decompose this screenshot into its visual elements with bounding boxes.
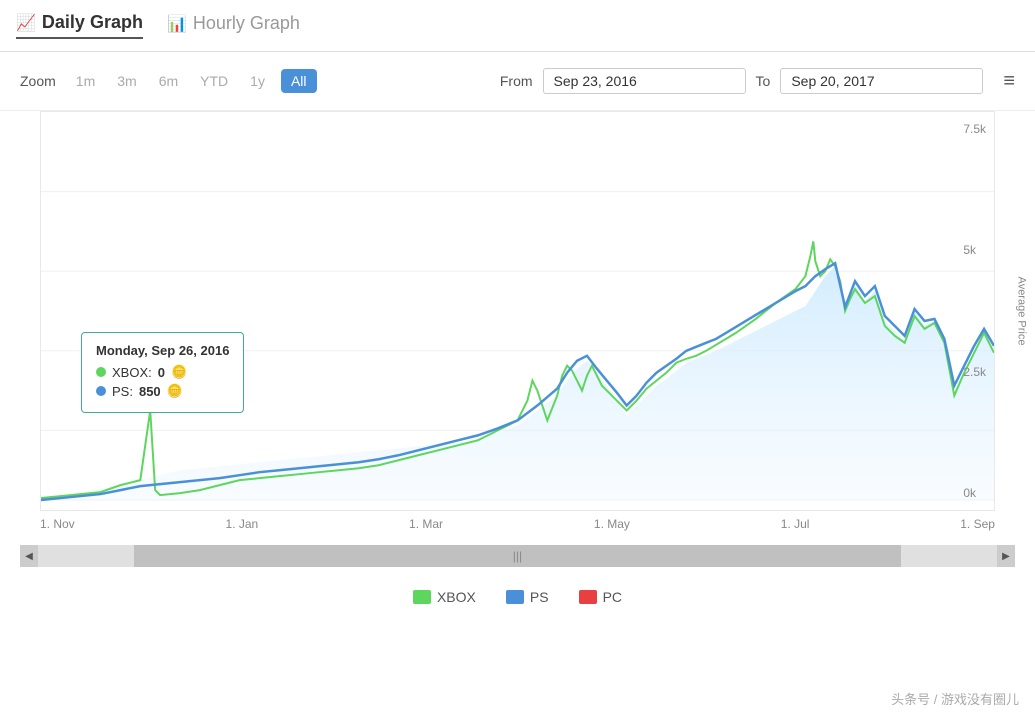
- x-axis: 1. Nov 1. Jan 1. Mar 1. May 1. Jul 1. Se…: [20, 511, 1015, 537]
- watermark: 头条号 / 游戏没有圈儿: [891, 689, 1019, 708]
- y-tick-0k: 0k: [963, 486, 986, 500]
- hourly-graph-label: Hourly Graph: [193, 13, 300, 34]
- legend-label-ps: PS: [530, 589, 549, 605]
- x-tick-mar: 1. Mar: [409, 517, 443, 531]
- to-label: To: [756, 73, 771, 89]
- zoom-label: Zoom: [20, 73, 56, 89]
- from-date-input[interactable]: [543, 68, 746, 94]
- tooltip-xbox-coin: 🪙: [171, 364, 187, 380]
- legend-color-xbox: [413, 590, 431, 604]
- zoom-3m[interactable]: 3m: [111, 69, 142, 93]
- zoom-ytd[interactable]: YTD: [194, 69, 234, 93]
- legend-item-xbox: XBOX: [413, 589, 476, 605]
- to-date-input[interactable]: [780, 68, 983, 94]
- zoom-6m[interactable]: 6m: [153, 69, 184, 93]
- tooltip-xbox-value: 0: [158, 365, 165, 380]
- x-tick-jul: 1. Jul: [781, 517, 810, 531]
- legend-color-pc: [579, 590, 597, 604]
- zoom-1y[interactable]: 1y: [244, 69, 271, 93]
- scrollbar: ◀ ||| ▶: [20, 545, 1015, 567]
- x-tick-may: 1. May: [594, 517, 630, 531]
- tab-hourly-graph[interactable]: 📊 Hourly Graph: [167, 13, 300, 38]
- legend-item-pc: PC: [579, 589, 622, 605]
- legend-label-pc: PC: [603, 589, 622, 605]
- tooltip-ps-value: 850: [139, 384, 161, 399]
- daily-graph-label: Daily Graph: [42, 12, 143, 33]
- tooltip-xbox-dot: [96, 367, 106, 377]
- controls-row: Zoom 1m 3m 6m YTD 1y All From To ≡: [0, 52, 1035, 111]
- y-tick-75k: 7.5k: [963, 122, 986, 136]
- from-label: From: [500, 73, 533, 89]
- tooltip-date: Monday, Sep 26, 2016: [96, 343, 229, 358]
- chart-area: 7.5k 5k 2.5k 0k Average Price Monday, Se…: [40, 111, 995, 511]
- legend-item-ps: PS: [506, 589, 549, 605]
- legend-color-ps: [506, 590, 524, 604]
- zoom-all[interactable]: All: [281, 69, 317, 93]
- scroll-right-arrow[interactable]: ▶: [997, 545, 1015, 567]
- x-tick-nov: 1. Nov: [40, 517, 75, 531]
- chart-svg: [41, 112, 994, 510]
- tooltip-xbox-row: XBOX: 0 🪙: [96, 364, 229, 380]
- x-tick-jan: 1. Jan: [226, 517, 259, 531]
- y-axis: 7.5k 5k 2.5k 0k: [963, 112, 990, 510]
- tab-daily-graph[interactable]: 📈 Daily Graph: [16, 12, 143, 39]
- tooltip: Monday, Sep 26, 2016 XBOX: 0 🪙 PS: 850 🪙: [81, 332, 244, 413]
- y-tick-5k: 5k: [963, 243, 986, 257]
- legend-label-xbox: XBOX: [437, 589, 476, 605]
- y-tick-25k: 2.5k: [963, 365, 986, 379]
- y-axis-label: Average Price: [1016, 277, 1028, 346]
- scroll-left-arrow[interactable]: ◀: [20, 545, 38, 567]
- tooltip-xbox-label: XBOX:: [112, 365, 152, 380]
- zoom-1m[interactable]: 1m: [70, 69, 101, 93]
- legend: XBOX PS PC: [0, 575, 1035, 619]
- header-tabs: 📈 Daily Graph 📊 Hourly Graph: [0, 0, 1035, 52]
- tooltip-ps-row: PS: 850 🪙: [96, 383, 229, 399]
- tooltip-ps-coin: 🪙: [167, 383, 183, 399]
- scroll-thumb-icon: |||: [513, 549, 522, 563]
- scroll-track: |||: [38, 545, 997, 567]
- tooltip-ps-dot: [96, 386, 106, 396]
- menu-icon[interactable]: ≡: [1003, 70, 1015, 93]
- tooltip-ps-label: PS:: [112, 384, 133, 399]
- x-tick-sep: 1. Sep: [960, 517, 995, 531]
- hourly-graph-icon: 📊: [167, 14, 187, 34]
- scroll-thumb[interactable]: |||: [134, 545, 901, 567]
- daily-graph-icon: 📈: [16, 13, 36, 33]
